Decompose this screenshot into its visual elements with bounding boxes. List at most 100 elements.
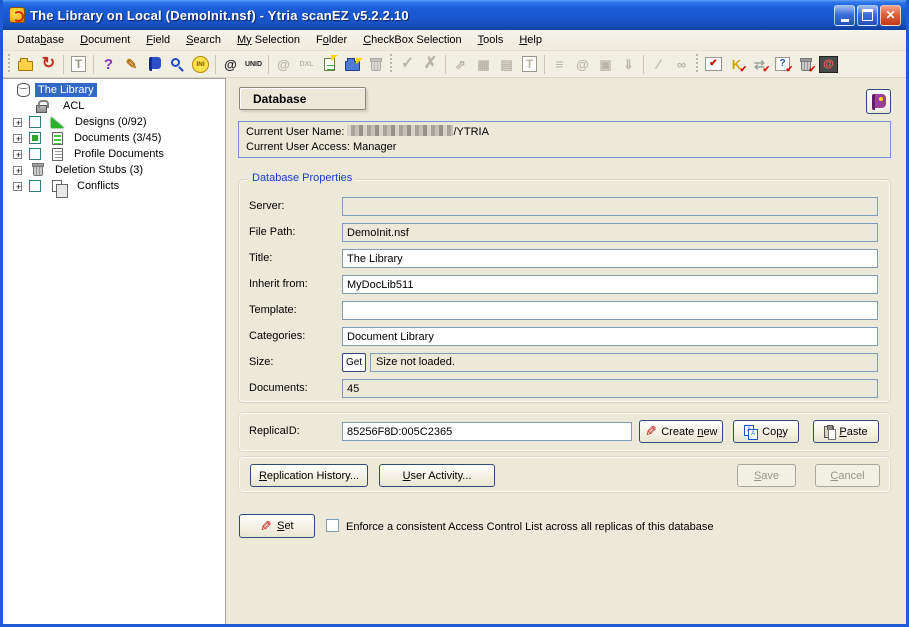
ini-file-icon[interactable]: INI	[189, 53, 212, 75]
toolbar-separator	[268, 55, 269, 74]
tree-item-conflicts[interactable]: Conflicts	[74, 179, 122, 193]
tree-row-profile-documents: Profile Documents	[13, 146, 225, 162]
design-book-icon[interactable]	[143, 53, 166, 75]
import-document-icon-glyph: ▦	[477, 58, 489, 71]
menu-my-selection[interactable]: My Selection	[229, 32, 308, 49]
size-field: Size not loaded.	[370, 353, 878, 372]
tree-item-documents[interactable]: Documents (3/45)	[71, 131, 164, 145]
toolbar-grip[interactable]	[389, 54, 394, 74]
menu-document[interactable]: Document	[72, 32, 138, 49]
tree-item-acl[interactable]: ACL	[60, 99, 87, 113]
enforce-acl-checkbox[interactable]	[326, 519, 339, 532]
document-flag-icon[interactable]	[318, 53, 341, 75]
page-setup-icon: ▤	[495, 53, 518, 75]
tree-item-the-library[interactable]: The Library	[35, 83, 97, 97]
compare-icon-glyph: ∞	[677, 58, 686, 71]
set-label: Set	[277, 520, 294, 532]
tree-item-profile-documents[interactable]: Profile Documents	[71, 147, 167, 161]
checkbox-at-icon[interactable]: @	[817, 53, 840, 75]
tree-row-acl: ACL	[36, 98, 225, 114]
template-field[interactable]	[342, 301, 878, 320]
search-formula-icon[interactable]: @	[219, 53, 242, 75]
search-analyze-icon[interactable]	[166, 53, 189, 75]
paste-replica-button[interactable]: Paste	[813, 420, 879, 443]
set-acl-button[interactable]: Set	[239, 514, 315, 538]
title-bar[interactable]: The Library on Local (DemoInit.nsf) - Yt…	[3, 0, 906, 30]
goto-icon[interactable]: ?	[97, 53, 120, 75]
enforce-acl-label: Enforce a consistent Access Control List…	[346, 521, 713, 533]
page-setup-icon-glyph: ▤	[500, 58, 512, 71]
expand-plus-icon[interactable]	[13, 150, 22, 159]
checkbox-select-by-key-icon[interactable]: K✔	[725, 53, 748, 75]
menu-database[interactable]: Database	[9, 32, 72, 49]
toolbar-grip[interactable]	[695, 54, 700, 74]
replication-history-button[interactable]: Replication History...	[250, 464, 368, 487]
toolbar-grip[interactable]	[7, 54, 12, 74]
inherit-from-field[interactable]	[342, 275, 878, 294]
checkbox-select-icon[interactable]: ✔	[702, 53, 725, 75]
title-field[interactable]	[342, 249, 878, 268]
conflicts-icon	[52, 180, 62, 192]
folder-flag-icon[interactable]	[341, 53, 364, 75]
folder-flag-icon	[345, 61, 360, 71]
file-path-field[interactable]	[342, 223, 878, 242]
checkbox-help-icon[interactable]: ?✔	[771, 53, 794, 75]
profile-document-icon	[52, 148, 63, 161]
menu-folder[interactable]: Folder	[308, 32, 355, 49]
designs-checkbox[interactable]	[29, 116, 41, 128]
red-check-badge: ✔	[808, 65, 816, 74]
copy-replica-button[interactable]: Copy	[733, 420, 799, 443]
toolbar-separator	[445, 55, 446, 74]
menu-help[interactable]: Help	[511, 32, 550, 49]
categories-field[interactable]	[342, 327, 878, 346]
menu-tools[interactable]: Tools	[470, 32, 512, 49]
export-document-icon-glyph: ⇗	[455, 58, 466, 71]
paste-label: Paste	[839, 426, 867, 438]
open-database-icon[interactable]	[14, 53, 37, 75]
close-button[interactable]	[880, 5, 901, 26]
menu-search[interactable]: Search	[178, 32, 229, 49]
profile-documents-checkbox[interactable]	[29, 148, 41, 160]
export-dxl-icon: DXL	[295, 53, 318, 75]
create-new-replica-button[interactable]: Create new	[639, 420, 723, 443]
tab-database[interactable]: Database	[239, 87, 366, 110]
compare-icon: ∞	[670, 53, 693, 75]
edit-document-icon-glyph: ✎	[126, 57, 138, 71]
help-book-button[interactable]	[866, 89, 891, 114]
checkbox-delete-icon[interactable]: ✔	[794, 53, 817, 75]
maximize-button[interactable]	[857, 5, 878, 26]
open-database-icon	[18, 61, 33, 71]
documents-label: Documents:	[249, 382, 308, 394]
tree-row-deletion-stubs: Deletion Stubs (3)	[13, 162, 225, 178]
menu-checkbox-selection[interactable]: CheckBox Selection	[355, 32, 469, 49]
menu-field[interactable]: Field	[138, 32, 178, 49]
search-unid-icon[interactable]: UNID	[242, 53, 265, 75]
replica-id-field[interactable]	[342, 422, 632, 441]
paste-icon	[824, 426, 834, 438]
minimize-button[interactable]	[834, 5, 855, 26]
tree-row-conflicts: Conflicts	[13, 178, 225, 194]
documents-checkbox[interactable]	[29, 132, 41, 144]
copy-label: Copy	[762, 426, 788, 438]
toolbar-separator	[63, 55, 64, 74]
expand-plus-icon[interactable]	[13, 118, 22, 127]
copy-formula-icon-glyph: @	[277, 58, 290, 71]
expand-plus-icon[interactable]	[13, 134, 22, 143]
expand-plus-icon[interactable]	[13, 166, 22, 175]
get-size-button[interactable]: Get	[342, 353, 366, 372]
user-activity-button[interactable]: User Activity...	[379, 464, 495, 487]
expand-plus-icon[interactable]	[13, 182, 22, 191]
toolbar: ↻T?✎INI@UNID@DXL✓✗⇗▦▤T≡@▣⇓∕∞✔K✔⇄✔?✔✔@	[3, 51, 906, 78]
paste-document-icon: ⇓	[617, 53, 640, 75]
current-user-infobox: Current User Name: /YTRIA Current User A…	[238, 121, 891, 158]
documents-field[interactable]	[342, 379, 878, 398]
edit-document-icon[interactable]: ✎	[120, 53, 143, 75]
app-window: The Library on Local (DemoInit.nsf) - Yt…	[0, 0, 909, 627]
conflicts-checkbox[interactable]	[29, 180, 41, 192]
tree-item-designs[interactable]: Designs (0/92)	[72, 115, 150, 129]
panel-splitter[interactable]	[226, 78, 233, 624]
tree-item-deletion-stubs[interactable]: Deletion Stubs (3)	[52, 163, 146, 177]
checkbox-swap-icon[interactable]: ⇄✔	[748, 53, 771, 75]
cancel-button: Cancel	[815, 464, 880, 487]
refresh-icon[interactable]: ↻	[37, 53, 60, 75]
